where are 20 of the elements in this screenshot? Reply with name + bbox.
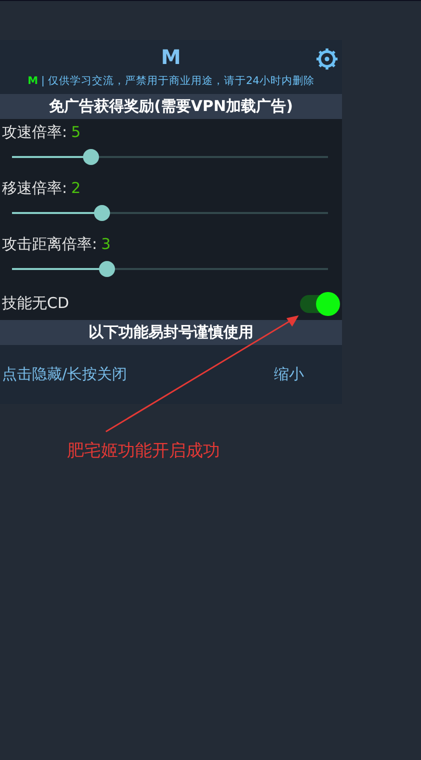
settings-icon[interactable]	[316, 48, 338, 70]
slider-thumb[interactable]	[98, 261, 115, 277]
section-header: 以下功能易封号谨慎使用	[0, 320, 342, 345]
slider-thumb[interactable]	[83, 149, 99, 165]
setting-label: 攻速倍率:	[2, 123, 68, 142]
hide-link[interactable]: 点击隐藏/长按关闭	[2, 365, 128, 384]
slider-thumb[interactable]	[94, 205, 110, 221]
setting-value: 5	[71, 123, 81, 142]
version-tag: M	[28, 75, 38, 87]
panel-title: M	[161, 45, 181, 69]
setting-label: 技能无CD	[2, 294, 70, 313]
setting-label: 移速倍率:	[2, 179, 68, 198]
setting-value: 3	[101, 235, 111, 254]
shrink-link[interactable]: 缩小	[274, 365, 304, 384]
toggle-switch[interactable]	[300, 294, 338, 312]
setting-value: 2	[71, 179, 81, 198]
setting-label: 攻击距离倍率:	[2, 235, 98, 254]
annotation-text: 肥宅姬功能开启成功	[67, 440, 220, 462]
section-header: 免广告获得奖励(需要VPN加载广告)	[0, 94, 342, 119]
disclaimer-text: | 仅供学习交流，严禁用于商业用途，请于24小时内删除	[41, 74, 314, 88]
